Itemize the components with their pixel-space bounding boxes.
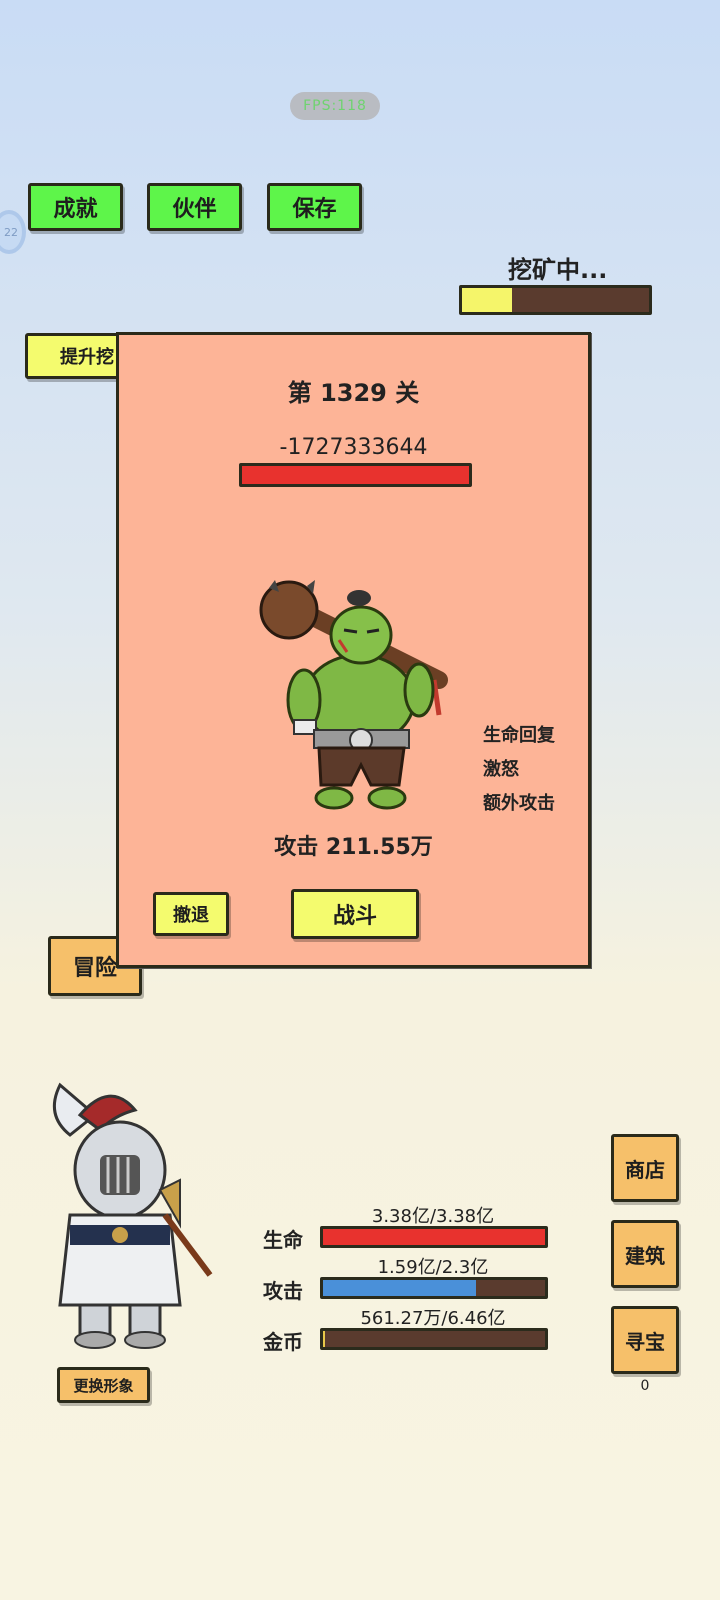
gold-bar bbox=[320, 1328, 548, 1350]
attack-bar-fill bbox=[323, 1280, 477, 1296]
achievement-button[interactable]: 成就 bbox=[28, 183, 123, 231]
gold-value-text: 561.27万/6.46亿 bbox=[360, 1308, 506, 1329]
stage-title: 第 1329 关 bbox=[287, 379, 420, 407]
fight-button[interactable]: 战斗 bbox=[291, 889, 419, 939]
shop-button[interactable]: 商店 bbox=[611, 1134, 679, 1202]
trait-extra-attack: 额外攻击 bbox=[483, 793, 555, 814]
attack-value-text: 1.59亿/2.3亿 bbox=[377, 1257, 489, 1278]
fps-indicator: FPS:118 bbox=[290, 92, 380, 120]
side-tab-count: 22 bbox=[4, 225, 18, 239]
gold-bar-fill bbox=[323, 1331, 325, 1347]
treasure-button[interactable]: 寻宝 bbox=[611, 1306, 679, 1374]
attack-bar bbox=[320, 1277, 548, 1299]
trait-rage: 激怒 bbox=[483, 759, 519, 780]
hp-value-text: 3.38亿/3.38亿 bbox=[371, 1206, 495, 1227]
treasure-count: 0 bbox=[640, 1378, 650, 1394]
battle-dialog: 第 1329 关 -1727333644 生命回复 激怒 额外攻击 攻击 211… bbox=[116, 332, 591, 968]
change-look-button[interactable]: 更换形象 bbox=[57, 1367, 150, 1403]
enemy-hp-bar bbox=[239, 463, 472, 487]
mining-progress-fill bbox=[462, 288, 513, 312]
enemy-hp-text: -1727333644 bbox=[279, 435, 428, 460]
hp-bar-fill bbox=[323, 1229, 545, 1245]
knight-avatar-icon bbox=[52, 1082, 213, 1349]
gold-label: 金币 bbox=[263, 1330, 303, 1354]
hp-bar bbox=[320, 1226, 548, 1248]
mining-progress-bar bbox=[459, 285, 652, 315]
orc-enemy-icon bbox=[259, 580, 448, 810]
enemy-hp-fill bbox=[242, 466, 469, 484]
side-float-tab[interactable]: 22 bbox=[0, 210, 26, 254]
attack-label: 攻击 bbox=[263, 1279, 303, 1303]
hp-label: 生命 bbox=[263, 1228, 303, 1252]
save-button[interactable]: 保存 bbox=[267, 183, 362, 231]
building-button[interactable]: 建筑 bbox=[611, 1220, 679, 1288]
mining-label: 挖矿中... bbox=[508, 256, 608, 284]
trait-regen: 生命回复 bbox=[483, 725, 555, 746]
retreat-button[interactable]: 撤退 bbox=[153, 892, 229, 936]
enemy-attack-text: 攻击 211.55万 bbox=[274, 835, 433, 860]
partner-button[interactable]: 伙伴 bbox=[147, 183, 242, 231]
